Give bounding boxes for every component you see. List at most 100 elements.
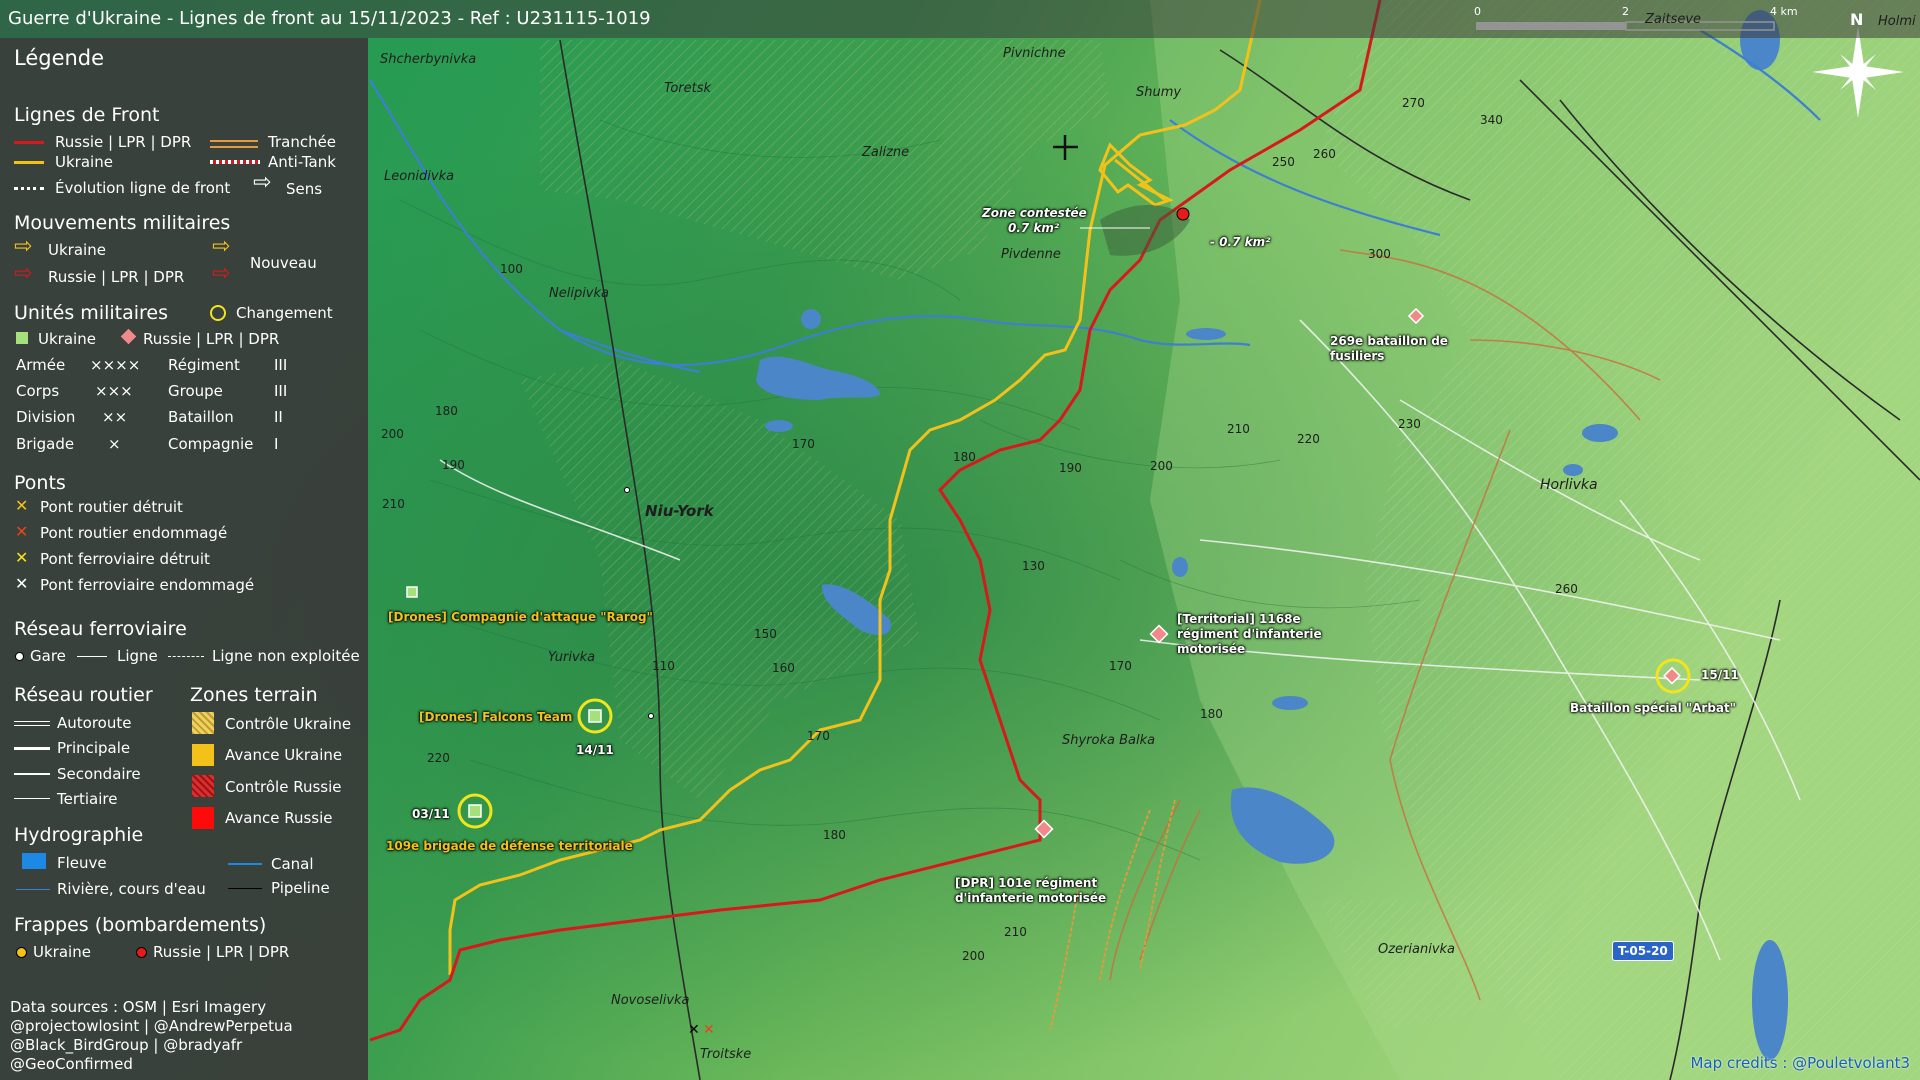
legend-road-secondary: Secondaire [57,765,141,783]
unit-size-battalion: Bataillon [168,408,234,426]
unit-269-label-l2: fusiliers [1330,349,1385,363]
secondary-road-swatch [14,773,50,775]
elevation-label: 180 [1200,707,1223,721]
legend-zone-russia-control: Contrôle Russie [225,778,342,796]
elevation-label: 230 [1398,417,1421,431]
unit-size-division-symbol: ×× [102,408,128,426]
rail-line-swatch [77,656,107,657]
place-shcherbynivka: Shcherbynivka [380,52,477,67]
place-niu-york: Niu-York [645,502,714,520]
evolution-swatch [14,187,44,190]
legend-direction: Sens [286,180,323,198]
unit-101-label-l2: d'infanterie motorisée [955,891,1107,905]
legend-zones-heading: Zones terrain [190,684,318,706]
legend-evolution: Évolution ligne de front [55,179,231,197]
contested-zone-area: 0.7 km² [1008,221,1060,235]
rail-bridge-destroyed-icon: ✕ [15,548,29,567]
new-ukraine-arrow-icon: ⇨ [212,234,231,259]
road-bridge-destroyed-icon: ✕ [15,496,29,515]
legend-hydro-river: Fleuve [57,854,107,872]
legend-panel: Légende Lignes de Front Russie | LPR | D… [0,38,368,1080]
unit-size-group: Groupe [168,382,223,400]
unit-1168-label-l1: [Territorial] 1168e [1177,612,1301,626]
elevation-label: 180 [823,828,846,842]
legend-rail-station: Gare [30,647,66,665]
russia-line-swatch [14,141,44,144]
legend-rail-unused: Ligne non exploitée [212,647,360,665]
unit-size-battalion-symbol: II [274,408,283,426]
unit-rarog-label: [Drones] Compagnie d'attaque "Rarog" [388,610,653,624]
legend-road-tertiary: Tertiaire [57,790,118,808]
elevation-label: 170 [1109,659,1132,673]
legend-bridge-rail-damaged: Pont ferroviaire endommagé [40,576,255,594]
unit-1168-label-l3: motorisée [1177,642,1246,656]
place-novoselivka: Novoselivka [611,993,690,1008]
elevation-label: 200 [381,427,404,441]
legend-zone-russia-advance: Avance Russie [225,809,333,827]
place-yurivka: Yurivka [548,650,596,665]
svg-text:✕: ✕ [688,1022,700,1038]
north-label: N [1850,10,1864,29]
place-nelipivka: Nelipivka [549,286,609,301]
unit-size-division: Division [16,408,76,426]
change-ring-icon [210,305,226,321]
strike-ukraine-dot-icon [16,947,27,958]
unit-size-army: Armée [16,356,66,374]
legend-units-ukraine: Ukraine [38,330,96,348]
legend-strike-russia: Russie | LPR | DPR [153,943,290,961]
unit-109-date: 03/11 [412,807,450,821]
direction-arrow-icon: ⇨ [253,170,272,195]
place-shumy: Shumy [1136,85,1182,100]
elevation-label: 270 [1402,96,1425,110]
legend-road-main: Principale [57,739,131,757]
elevation-label: 190 [1059,461,1082,475]
place-holmivskyi: Holmi [1878,14,1916,29]
elevation-label: 160 [772,661,795,675]
place-pivnichne: Pivnichne [1003,46,1066,61]
legend-units-heading: Unités militaires [14,302,169,324]
scale-label-4: 4 km [1770,5,1798,18]
elevation-label: 200 [1150,459,1173,473]
svg-text:✕: ✕ [703,1022,715,1038]
legend-front-lines-heading: Lignes de Front [14,104,160,126]
legend-road-highway: Autoroute [57,714,132,732]
place-zaitseve: Zaitseve [1645,12,1702,27]
elevation-label: 210 [1227,422,1250,436]
unit-269-label-l1: 269e bataillon de [1330,334,1448,348]
source-line: @GeoConfirmed [10,1055,133,1073]
rail-unused-swatch [168,656,204,657]
unit-arbat-date: 15/11 [1701,668,1739,682]
unit-size-regiment-symbol: III [274,356,288,374]
unit-size-corps-symbol: ××× [95,382,133,400]
elevation-label: 110 [652,659,675,673]
scale-label-0: 0 [1474,5,1481,18]
legend-zone-ukraine-control: Contrôle Ukraine [225,715,352,733]
legend-strike-ukraine: Ukraine [33,943,91,961]
elevation-label: 170 [792,437,815,451]
elevation-label: 260 [1313,147,1336,161]
legend-hydro-stream: Rivière, cours d'eau [57,880,206,898]
tertiary-road-swatch [14,798,50,799]
place-shyroka-balka: Shyroka Balka [1062,733,1156,748]
zone-russia-control-swatch [192,775,214,797]
elevation-label: 210 [1004,925,1027,939]
legend-ukraine-line: Ukraine [55,153,113,171]
new-russia-arrow-icon: ⇨ [212,261,231,286]
trench-swatch [210,140,258,148]
legend-bridges-heading: Ponts [14,472,66,494]
legend-units-change: Changement [236,304,333,322]
unit-falcons-date: 14/11 [576,743,614,757]
legend-hydro-pipeline: Pipeline [271,879,330,897]
place-horlivka: Horlivka [1540,477,1598,493]
river-swatch [22,853,46,869]
elevation-label: 260 [1555,582,1578,596]
unit-size-group-symbol: III [274,382,288,400]
legend-rail-heading: Réseau ferroviaire [14,618,187,640]
source-line: @projectowlosint | @AndrewPerpetua [10,1017,293,1035]
legend-move-new: Nouveau [250,254,317,272]
strike-russia-dot-icon [136,947,147,958]
unit-size-brigade: Brigade [16,435,75,453]
russia-unit-diamond-icon [120,328,137,345]
russia-gain-label: - 0.7 km² [1210,235,1271,249]
elevation-label: 300 [1368,247,1391,261]
